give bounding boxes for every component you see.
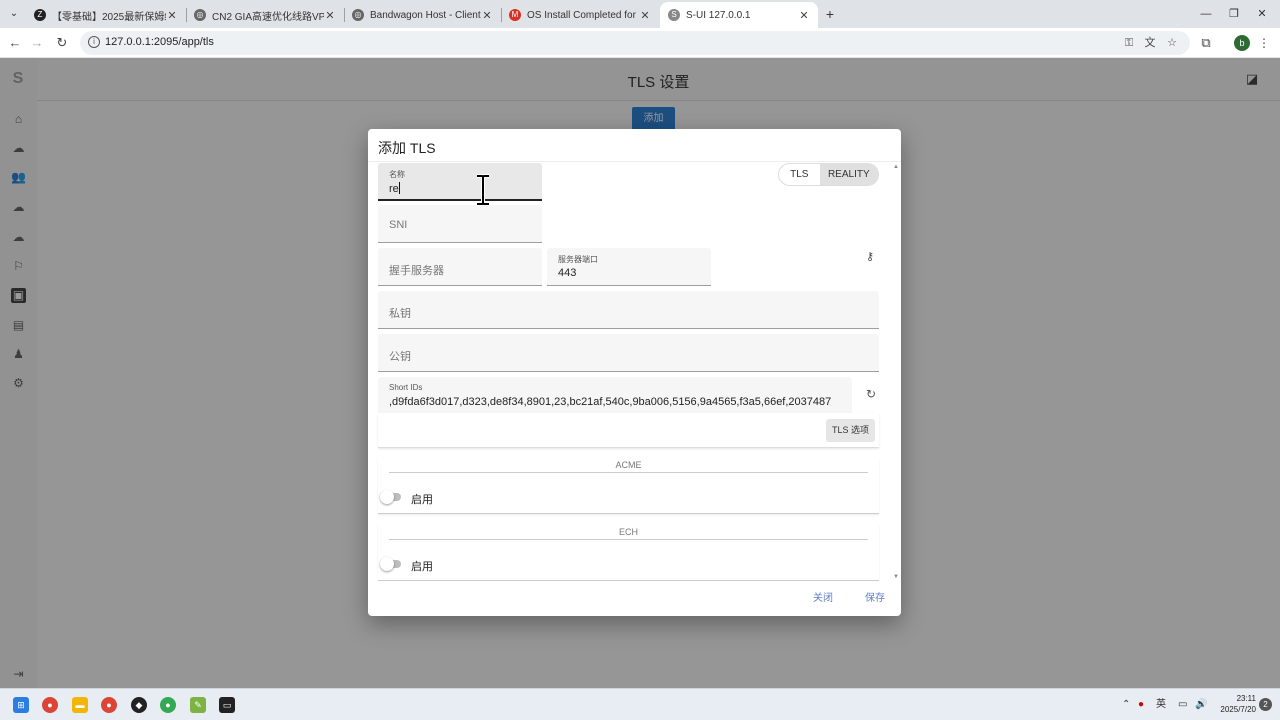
- restore-icon[interactable]: ❐: [1226, 6, 1242, 22]
- dialog-actions: 关闭 保存: [807, 585, 891, 608]
- tls-mode-toggle: TLS REALITY: [778, 163, 879, 186]
- close-tab-icon[interactable]: ✕: [324, 9, 336, 22]
- public-key-placeholder: 公钥: [389, 351, 411, 363]
- name-input-value: re: [389, 183, 399, 195]
- windows-start-icon[interactable]: ⊞: [13, 697, 29, 713]
- system-clock[interactable]: 23:11 2025/7/20: [1212, 693, 1256, 715]
- file-explorer-icon[interactable]: ▬: [72, 697, 88, 713]
- reload-icon[interactable]: ↻: [53, 34, 71, 52]
- text-caret: [398, 182, 400, 194]
- tab-title: S-UI 127.0.0.1: [686, 9, 751, 21]
- name-label: 名称: [389, 170, 405, 179]
- ime-indicator[interactable]: 英: [1156, 698, 1166, 712]
- tab-title: OS Install Completed for VM: [527, 9, 639, 21]
- chrome-alt-icon[interactable]: ●: [160, 697, 176, 713]
- sui-favicon-icon: S: [668, 9, 680, 21]
- clock-time: 23:11: [1236, 694, 1256, 703]
- sni-placeholder: SNI: [389, 219, 408, 231]
- save-button[interactable]: 保存: [859, 585, 891, 608]
- mode-tls-option[interactable]: TLS: [779, 164, 820, 185]
- chrome-active-icon[interactable]: ●: [101, 697, 117, 713]
- browser-tab-3[interactable]: ◎ Bandwagon Host - Client Are ✕: [344, 2, 501, 28]
- server-port-label: 服务器端口: [558, 255, 598, 264]
- extensions-icon[interactable]: ⧉: [1197, 34, 1215, 52]
- sni-field[interactable]: SNI: [378, 205, 542, 243]
- tray-app-icon[interactable]: ●: [1138, 698, 1144, 712]
- tab-title: 【零基础】2025最新保姆级纯: [52, 11, 166, 23]
- tab-search-chevron-icon[interactable]: ⌄: [6, 6, 22, 22]
- app-page: S ⌂ ☁ 👥 ☁ ☁ ⚐ ▣ ▤ ♟ ⚙ ⇥ TLS 设置 ◪ 添加 添加 T…: [0, 58, 1280, 688]
- close-button[interactable]: 关闭: [807, 585, 839, 608]
- app-icon[interactable]: ◆: [131, 697, 147, 713]
- acme-enable-label: 启用: [411, 494, 433, 506]
- translate-icon[interactable]: 文: [1143, 36, 1157, 50]
- site-info-icon[interactable]: i: [88, 36, 100, 48]
- globe-icon: ◎: [352, 9, 364, 21]
- password-key-icon[interactable]: ⚿: [1122, 36, 1136, 50]
- text-cursor-icon: [477, 174, 489, 206]
- close-tab-icon[interactable]: ✕: [481, 9, 493, 22]
- tls-options-button[interactable]: TLS 选项: [826, 419, 875, 442]
- handshake-server-placeholder: 握手服务器: [389, 265, 444, 277]
- server-port-field[interactable]: 服务器端口 443: [547, 248, 711, 286]
- short-ids-label: Short IDs: [389, 383, 423, 392]
- close-tab-icon[interactable]: ✕: [798, 9, 810, 22]
- handshake-server-field[interactable]: 握手服务器: [378, 248, 542, 286]
- tab-title: Bandwagon Host - Client Are: [370, 9, 481, 21]
- browser-tab-5-active[interactable]: S S-UI 127.0.0.1 ✕: [660, 2, 818, 28]
- public-key-field[interactable]: 公钥: [378, 334, 879, 372]
- omnibox[interactable]: i 127.0.0.1:2095/app/tls ⚿ 文 ☆: [80, 31, 1190, 55]
- ech-heading: ECH: [389, 526, 868, 540]
- acme-enable-switch[interactable]: [380, 490, 402, 504]
- name-field[interactable]: 名称 re: [378, 163, 542, 201]
- browser-tab-1[interactable]: Z 【零基础】2025最新保姆级纯 ✕: [26, 2, 186, 28]
- editor-icon[interactable]: ✎: [190, 697, 206, 713]
- close-tab-icon[interactable]: ✕: [639, 9, 651, 22]
- ech-section: ECH 启用: [378, 524, 879, 581]
- clock-date: 2025/7/20: [1220, 705, 1256, 714]
- os-taskbar: ⊞ ● ▬ ● ◆ ● ✎ ▭ ⌃ ● 英 ▭ 🔊 23:11 2025/7/2…: [0, 688, 1280, 720]
- browser-menu-icon[interactable]: ⋮: [1258, 35, 1270, 51]
- volume-icon[interactable]: 🔊: [1195, 698, 1207, 712]
- mode-reality-option[interactable]: REALITY: [819, 164, 878, 185]
- private-key-field[interactable]: 私钥: [378, 291, 879, 329]
- short-ids-value: ,d9fda6f3d017,d323,de8f34,8901,23,bc21af…: [389, 396, 832, 408]
- add-tls-dialog: 添加 TLS 名称 re TLS REALITY SNI 握手服务器 服务器端口…: [368, 129, 901, 616]
- acme-heading: ACME: [389, 459, 868, 473]
- back-icon[interactable]: ←: [6, 34, 24, 52]
- globe-icon: ◎: [194, 9, 206, 21]
- refresh-short-ids-icon[interactable]: ↻: [864, 387, 878, 401]
- address-toolbar: ← → ↻ i 127.0.0.1:2095/app/tls ⚿ 文 ☆ ⧉ b…: [0, 28, 1280, 58]
- browser-tab-2[interactable]: ◎ CN2 GIA高速优化线路VPS ✕: [186, 2, 344, 28]
- profile-avatar[interactable]: b: [1234, 35, 1250, 51]
- server-port-value: 443: [558, 267, 577, 279]
- close-tab-icon[interactable]: ✕: [166, 9, 178, 22]
- tab-title: CN2 GIA高速优化线路VPS: [212, 11, 324, 23]
- generate-keys-icon[interactable]: ⚷: [863, 250, 877, 264]
- tab-favicon-icon: Z: [34, 9, 46, 21]
- network-icon[interactable]: ▭: [1178, 698, 1187, 712]
- url-text: 127.0.0.1:2095/app/tls: [105, 36, 214, 48]
- short-ids-field[interactable]: Short IDs ,d9fda6f3d017,d323,de8f34,8901…: [378, 377, 852, 415]
- terminal-icon[interactable]: ▭: [219, 697, 235, 713]
- forward-icon[interactable]: →: [28, 34, 46, 52]
- browser-tab-4[interactable]: M OS Install Completed for VM ✕: [501, 2, 659, 28]
- dialog-scrollbar[interactable]: ▲ ▼: [893, 164, 899, 580]
- gmail-icon: M: [509, 9, 521, 21]
- dialog-title: 添加 TLS: [378, 140, 436, 156]
- new-tab-icon[interactable]: +: [822, 6, 838, 22]
- acme-section: ACME 启用: [378, 457, 879, 514]
- ech-enable-switch[interactable]: [380, 557, 402, 571]
- ech-enable-label: 启用: [411, 561, 433, 573]
- private-key-placeholder: 私钥: [389, 308, 411, 320]
- tls-options-bar: TLS 选项: [378, 413, 879, 448]
- bookmark-star-icon[interactable]: ☆: [1165, 36, 1179, 50]
- tray-chevron-icon[interactable]: ⌃: [1122, 698, 1130, 712]
- window-close-icon[interactable]: ✕: [1254, 6, 1270, 22]
- chrome-icon[interactable]: ●: [42, 697, 58, 713]
- browser-tab-strip: ⌄ Z 【零基础】2025最新保姆级纯 ✕ ◎ CN2 GIA高速优化线路VPS…: [0, 0, 1280, 28]
- notification-badge[interactable]: 2: [1259, 698, 1272, 711]
- dialog-body: 名称 re TLS REALITY SNI 握手服务器 服务器端口 443 ⚷ …: [368, 161, 901, 581]
- minimize-icon[interactable]: —: [1198, 6, 1214, 22]
